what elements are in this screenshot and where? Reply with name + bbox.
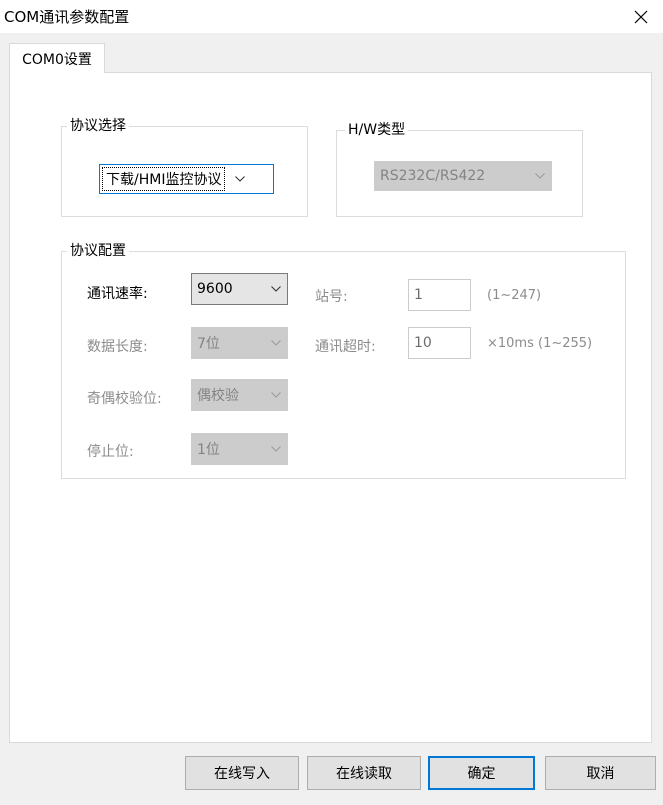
chevron-down-icon bbox=[265, 274, 287, 304]
hw-type-dropdown-value: RS232C/RS422 bbox=[380, 168, 486, 184]
dialog-window: COM通讯参数配置 COM0设置 协议选择 下载/HMI监控协议 H/W类型 R… bbox=[0, 0, 663, 805]
parity-label: 奇偶校验位: bbox=[87, 391, 162, 407]
station-range-hint: (1~247) bbox=[487, 288, 542, 303]
tab-panel: 协议选择 下载/HMI监控协议 H/W类型 RS232C/RS422 协议配置 bbox=[9, 72, 652, 743]
title-bar: COM通讯参数配置 bbox=[0, 0, 663, 33]
data-length-dropdown[interactable]: 7位 bbox=[191, 327, 288, 359]
station-input-value: 1 bbox=[414, 287, 423, 303]
data-length-label: 数据长度: bbox=[87, 339, 148, 355]
online-write-button-label: 在线写入 bbox=[214, 766, 270, 782]
chevron-down-icon bbox=[265, 328, 287, 358]
protocol-dropdown-value: 下载/HMI监控协议 bbox=[102, 167, 226, 191]
station-label: 站号: bbox=[315, 289, 348, 305]
parity-dropdown[interactable]: 偶校验 bbox=[191, 379, 288, 411]
stop-bit-dropdown[interactable]: 1位 bbox=[191, 433, 288, 465]
hw-type-dropdown[interactable]: RS232C/RS422 bbox=[374, 161, 552, 191]
hw-type-group: H/W类型 RS232C/RS422 bbox=[336, 122, 583, 217]
protocol-config-legend: 协议配置 bbox=[67, 243, 129, 259]
stop-bit-dropdown-value: 1位 bbox=[197, 442, 220, 458]
station-input[interactable]: 1 bbox=[408, 279, 471, 311]
window-title: COM通讯参数配置 bbox=[4, 8, 130, 26]
chevron-down-icon bbox=[229, 165, 251, 193]
cancel-button[interactable]: 取消 bbox=[545, 756, 656, 790]
online-read-button[interactable]: 在线读取 bbox=[307, 756, 421, 790]
protocol-select-legend: 协议选择 bbox=[67, 118, 129, 134]
stop-bit-label: 停止位: bbox=[87, 444, 134, 460]
timeout-input[interactable]: 10 bbox=[408, 327, 471, 359]
timeout-input-value: 10 bbox=[414, 335, 432, 351]
online-write-button[interactable]: 在线写入 bbox=[185, 756, 299, 790]
tab-label: COM0设置 bbox=[22, 51, 92, 68]
parity-dropdown-value: 偶校验 bbox=[197, 388, 239, 404]
data-length-dropdown-value: 7位 bbox=[197, 336, 220, 352]
chevron-down-icon bbox=[529, 162, 551, 190]
cancel-button-label: 取消 bbox=[586, 766, 615, 782]
protocol-dropdown[interactable]: 下载/HMI监控协议 bbox=[99, 164, 274, 194]
baud-rate-dropdown[interactable]: 9600 bbox=[191, 273, 288, 305]
close-button[interactable] bbox=[619, 0, 663, 33]
close-icon bbox=[634, 10, 648, 23]
chevron-down-icon bbox=[265, 434, 287, 464]
ok-button[interactable]: 确定 bbox=[428, 756, 535, 790]
online-read-button-label: 在线读取 bbox=[336, 766, 392, 782]
timeout-range-hint: ×10ms (1~255) bbox=[487, 336, 593, 351]
ok-button-label: 确定 bbox=[467, 766, 496, 782]
chevron-down-icon bbox=[265, 380, 287, 410]
protocol-select-group: 协议选择 下载/HMI监控协议 bbox=[61, 118, 308, 217]
baud-rate-label: 通讯速率: bbox=[87, 286, 148, 302]
tab-com0-settings[interactable]: COM0设置 bbox=[9, 43, 105, 73]
baud-rate-dropdown-value: 9600 bbox=[197, 281, 233, 297]
timeout-label: 通讯超时: bbox=[315, 339, 376, 355]
hw-type-legend: H/W类型 bbox=[345, 122, 409, 138]
